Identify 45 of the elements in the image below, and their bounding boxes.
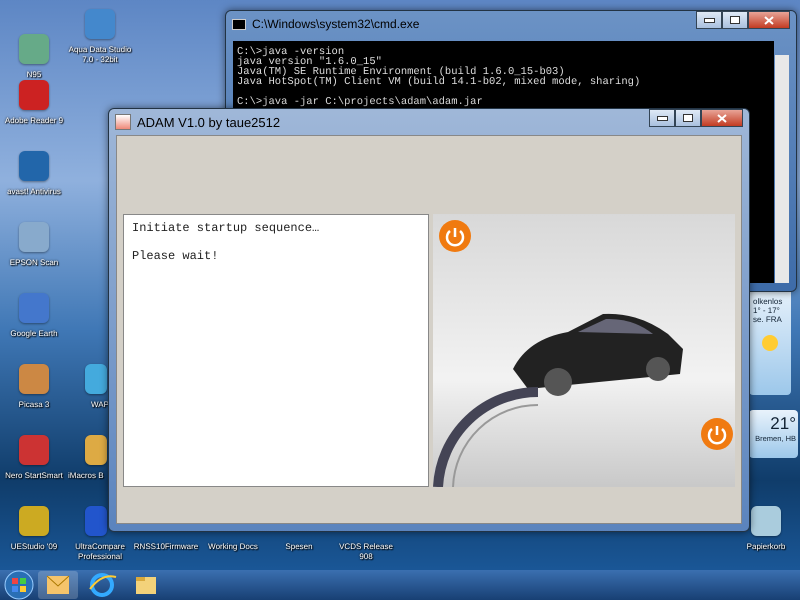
close-icon: [764, 16, 774, 24]
desktop-icon-label[interactable]: UltraCompare Professional: [67, 542, 133, 562]
temperature-text: 21°: [770, 414, 796, 434]
log-line: Initiate startup sequence…: [132, 221, 320, 235]
desktop-icon-label[interactable]: Working Docs: [208, 542, 258, 552]
window-title: C:\Windows\system32\cmd.exe: [252, 17, 420, 31]
close-button[interactable]: [748, 11, 790, 29]
sun-icon: [761, 334, 779, 352]
log-line: Please wait!: [132, 249, 220, 263]
desktop-icon-label[interactable]: VCDS Release 908: [333, 542, 399, 562]
console-line: java version "1.6.0_15": [237, 57, 382, 67]
java-icon: [115, 114, 131, 130]
weather-text: 1° - 17°: [753, 306, 781, 315]
desktop-icon-label[interactable]: UEStudio '09: [10, 542, 58, 552]
maximize-button[interactable]: [675, 109, 701, 127]
console-line: C:\>java -version: [237, 47, 344, 57]
mail-icon[interactable]: [38, 571, 78, 599]
desktop-icon-label[interactable]: RNSS10Firmware: [134, 542, 198, 552]
desktop-icon-label[interactable]: Nero StartSmart: [5, 471, 63, 481]
desktop-icon-label[interactable]: WAP: [91, 400, 109, 410]
minimize-button[interactable]: [696, 11, 722, 29]
window-title: ADAM V1.0 by taue2512: [137, 114, 280, 130]
shortcut-icon[interactable]: [751, 506, 781, 536]
scrollbar[interactable]: [775, 55, 789, 283]
console-line: C:\>java -jar C:\projects\adam\adam.jar: [237, 97, 484, 107]
console-icon: [232, 18, 246, 30]
desktop-icon-label[interactable]: Google Earth: [10, 329, 58, 339]
maximize-button[interactable]: [722, 11, 748, 29]
console-line: Java(TM) SE Runtime Environment (build 1.6.0_15-b03): [237, 67, 565, 77]
shortcut-icon[interactable]: [19, 506, 49, 536]
weather-text: olkenlos: [753, 297, 784, 306]
desktop-icon-label[interactable]: iMacros B: [68, 471, 104, 481]
power-icon[interactable]: [701, 418, 733, 450]
close-icon: [717, 114, 727, 122]
desktop-icon-label[interactable]: Spesen: [285, 542, 313, 552]
shortcut-icon[interactable]: [85, 364, 107, 394]
desktop-icon-label[interactable]: Picasa 3: [18, 400, 50, 410]
console-line: Java HotSpot(TM) Client VM (build 14.1-b02, mixed mode, sharing): [237, 77, 642, 87]
power-icon[interactable]: [439, 220, 471, 252]
weather-text: se. FRA: [753, 315, 783, 324]
close-button[interactable]: [701, 109, 743, 127]
minimize-button[interactable]: [649, 109, 675, 127]
start-button[interactable]: [4, 570, 34, 600]
shortcut-icon[interactable]: [85, 435, 107, 465]
desktop-icon-label[interactable]: Papierkorb: [746, 542, 786, 552]
